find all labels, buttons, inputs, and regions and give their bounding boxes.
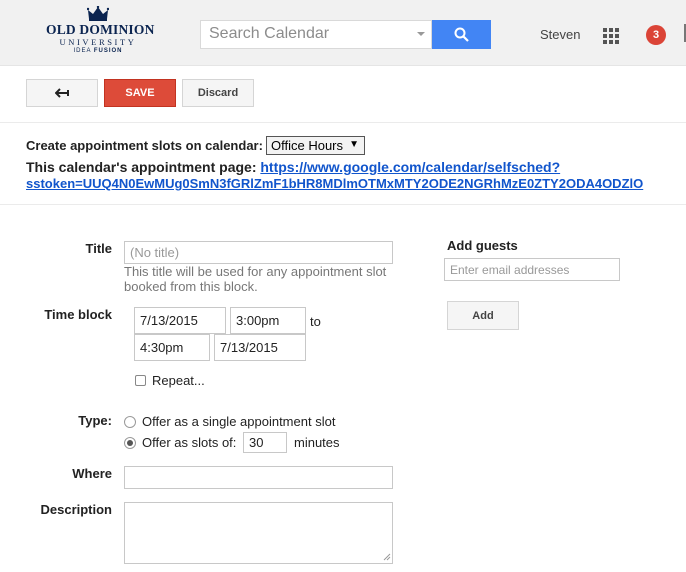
where-label: Where: [72, 466, 112, 481]
crown-icon: [87, 6, 109, 21]
search-icon: [454, 27, 469, 42]
search-input[interactable]: [209, 24, 409, 44]
appointment-page-link-token[interactable]: sstoken=UUQ4N0EwMUg0SmN3fGRlZmF1bHR8MDlm…: [26, 176, 686, 191]
end-time-input[interactable]: [134, 334, 210, 361]
add-guest-button[interactable]: Add: [447, 301, 519, 330]
multiple-slots-radio[interactable]: [124, 437, 136, 449]
repeat-checkbox[interactable]: [135, 375, 146, 386]
logo-line2: UNIVERSITY: [59, 37, 137, 47]
slot-minutes-input[interactable]: [243, 432, 287, 453]
discard-button[interactable]: Discard: [182, 79, 254, 107]
minutes-label: minutes: [294, 435, 340, 450]
where-input[interactable]: [124, 466, 393, 489]
type-label: Type:: [78, 413, 112, 428]
single-slot-label[interactable]: Offer as a single appointment slot: [142, 414, 335, 429]
search-box: [200, 20, 432, 49]
logo-line3: IDEA FUSION: [73, 48, 123, 54]
notification-badge[interactable]: 3: [646, 25, 666, 45]
back-arrow-icon: [55, 88, 69, 98]
single-slot-radio[interactable]: [124, 416, 136, 428]
logo-line1: OLD DOMINION: [46, 22, 155, 37]
title-input[interactable]: [124, 241, 393, 264]
search-options-dropdown-icon[interactable]: [417, 32, 425, 36]
repeat-label[interactable]: Repeat...: [152, 373, 205, 388]
resize-grip-icon[interactable]: [383, 553, 391, 561]
appointment-page-row: This calendar's appointment page: https:…: [26, 159, 560, 175]
end-date-input[interactable]: [214, 334, 306, 361]
multiple-slots-label[interactable]: Offer as slots of:: [142, 435, 236, 450]
start-time-input[interactable]: [230, 307, 306, 334]
calendar-select-label: Create appointment slots on calendar:: [26, 138, 263, 153]
title-label: Title: [85, 241, 113, 256]
calendar-select-value: Office Hours: [271, 138, 344, 153]
dropdown-arrow-icon: ▼: [349, 139, 359, 150]
apps-grid-icon[interactable]: [603, 28, 619, 44]
calendar-select[interactable]: Office Hours ▼: [266, 136, 365, 155]
top-bar: OLD DOMINION UNIVERSITY IDEA FUSION Stev…: [0, 0, 686, 66]
start-date-input[interactable]: [134, 307, 226, 334]
description-textarea[interactable]: [124, 502, 393, 564]
divider: [0, 204, 686, 205]
appointment-page-label: This calendar's appointment page:: [26, 159, 257, 175]
user-name[interactable]: Steven: [540, 27, 580, 42]
to-label: to: [310, 314, 321, 329]
back-button[interactable]: [26, 79, 98, 107]
description-label: Description: [40, 502, 112, 517]
university-logo[interactable]: OLD DOMINION UNIVERSITY IDEA FUSION: [46, 6, 155, 62]
appointment-page-link[interactable]: https://www.google.com/calendar/selfsche…: [260, 159, 560, 175]
search-button[interactable]: [432, 20, 491, 49]
title-hint: This title will be used for any appointm…: [124, 264, 387, 294]
time-block-label: Time block: [44, 307, 112, 322]
add-guests-label: Add guests: [447, 238, 518, 253]
guest-email-input[interactable]: [444, 258, 620, 281]
save-button[interactable]: SAVE: [104, 79, 176, 107]
toolbar: SAVE Discard: [0, 66, 686, 123]
